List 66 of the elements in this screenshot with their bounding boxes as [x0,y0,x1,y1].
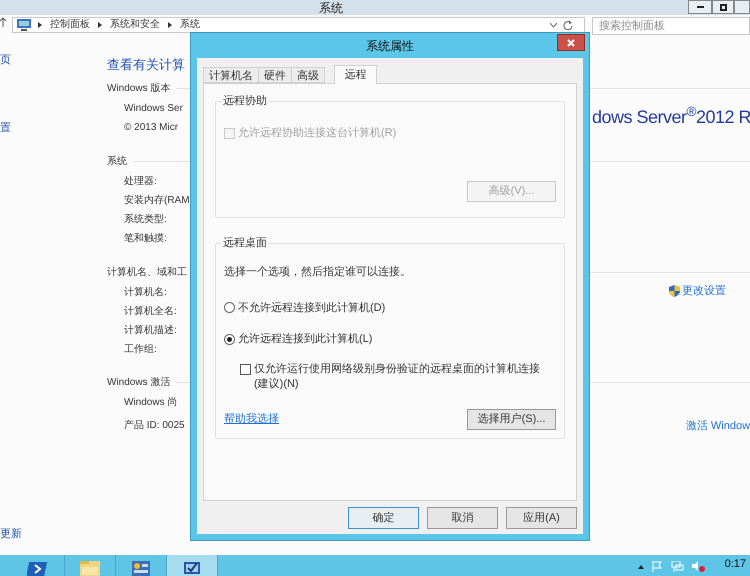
info-label: 工作组: [124,343,157,357]
radio-button[interactable] [224,334,235,345]
clock: 0:17 [724,557,746,572]
tab[interactable]: 远程 [334,65,377,84]
tab[interactable]: 高级 [291,67,325,83]
checkbox-label: 允许远程协助连接这台计算机(R) [238,126,396,141]
window-title: 系统 [319,0,343,16]
radio-button[interactable] [224,302,235,314]
info-label: 计算机名: [124,286,167,300]
checkbox-label: 仅允许运行使用网络级别身份验证的远程桌面的计算机连接(建议)(N) [254,362,541,392]
info-label: 产品 ID: 0025 [124,418,185,433]
product-logo: dows Server$^{®}$2012 R [592,104,750,128]
sidebar-link[interactable]: 置 [0,120,11,136]
info-label: Windows 尚 [124,396,178,410]
up-arrow-icon [0,17,6,27]
chevron-icon [98,22,102,28]
change-settings-link[interactable]: 更改设置 [669,283,726,300]
section-title: 系统 [107,154,127,168]
breadcrumb-item[interactable]: 控制面板 [48,19,92,31]
dialog-title: 系统属性 [366,38,414,54]
dropdown-icon [550,22,557,28]
sidebar-link[interactable]: 页 [0,52,11,68]
minimize-button[interactable] [688,0,712,14]
radio-label: 不允许远程连接到此计算机(D) [238,300,386,316]
dashboard-icon [129,558,153,576]
dialog-button[interactable]: 取消 [427,507,498,529]
info-label: 计算机描述: [124,324,177,338]
tab[interactable]: 计算机名 [203,67,259,83]
section-title: 计算机名、域和工 [107,266,187,280]
section-title: Windows 版本 [107,82,170,96]
info-label: 处理器: [124,174,157,189]
computer-icon [16,19,32,31]
chevron-icon [168,22,172,28]
instruction-text: 选择一个选项，然后指定谁可以连接。 [224,264,412,280]
refresh-icon [562,20,573,30]
info-label: 系统类型: [124,212,167,227]
dialog-button[interactable]: 应用(A) [506,507,577,529]
info-label: Windows Ser [124,102,183,116]
breadcrumb-item[interactable]: 系统和安全 [108,19,162,31]
taskbar-button[interactable] [167,555,218,576]
info-label: 安装内存(RAM [124,194,190,208]
select-users-button[interactable]: 选择用户(S)... [467,408,556,430]
help-link[interactable]: 帮助我选择 [224,410,279,428]
info-label: © 2013 Micr [124,121,178,135]
close-button[interactable] [557,34,585,51]
section-title: Windows 激活 [107,376,170,390]
checkbox[interactable] [240,364,251,374]
page-heading: 查看有关计算 [107,56,185,74]
activate-link[interactable]: 激活 Window [686,418,750,434]
speaker-muted-icon [692,561,705,572]
folder-icon [78,558,102,576]
dialog-button[interactable]: 确定 [348,507,419,529]
info-label: 笔和触摸: [124,232,167,246]
close-icon [567,38,575,46]
chevron-icon [38,22,42,28]
tab[interactable]: 硬件 [258,67,292,83]
breadcrumb-item[interactable]: 系统 [178,19,202,31]
flag-icon [652,561,663,572]
restore-button[interactable] [712,0,734,14]
info-label: 计算机全名: [124,304,177,319]
up-caret-icon [638,564,644,569]
shield-icon [669,285,680,298]
radio-label: 允许远程连接到此计算机(L) [238,332,372,347]
network-icon [670,561,684,572]
sidebar-link[interactable]: 更新 [0,526,22,542]
search-field[interactable]: 搜索控制面板 [592,17,750,35]
